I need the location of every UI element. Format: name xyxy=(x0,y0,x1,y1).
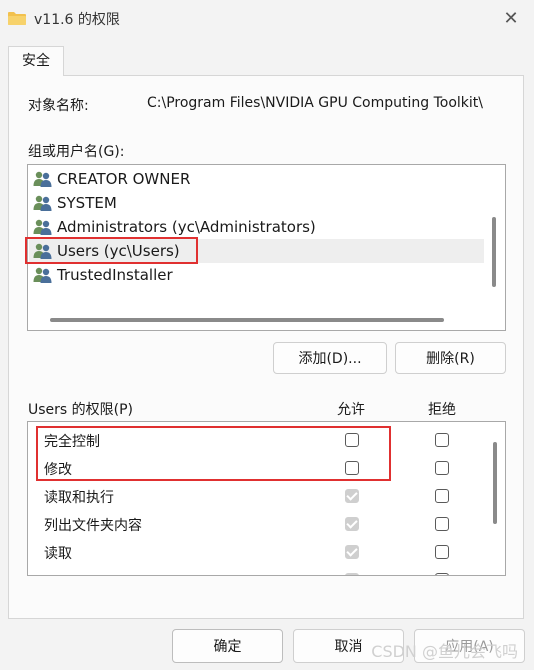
list-item[interactable]: SYSTEM xyxy=(29,191,484,215)
object-name-label: 对象名称: xyxy=(28,98,89,114)
highlight-box xyxy=(36,426,391,481)
allow-column-header: 允许 xyxy=(337,402,365,418)
permission-row: 读取和执行 xyxy=(28,482,488,510)
deny-checkbox[interactable] xyxy=(435,545,449,559)
object-name-value: C:\Program Files\NVIDIA GPU Computing To… xyxy=(147,95,483,111)
permission-row: 读取 xyxy=(28,538,488,566)
close-icon: ✕ xyxy=(503,7,519,29)
deny-checkbox[interactable] xyxy=(435,573,449,575)
tab-security[interactable]: 安全 xyxy=(8,46,64,76)
deny-checkbox[interactable] xyxy=(435,433,449,447)
deny-checkbox[interactable] xyxy=(435,517,449,531)
list-item[interactable]: Administrators (yc\Administrators) xyxy=(29,215,484,239)
permission-name: 读取和执行 xyxy=(44,490,114,506)
permission-name: 读取 xyxy=(44,546,72,562)
users-icon xyxy=(33,267,52,283)
list-item-label: SYSTEM xyxy=(57,194,117,212)
title-bar: v11.6 的权限 ✕ xyxy=(0,0,534,36)
window-title: v11.6 的权限 xyxy=(34,12,120,28)
permission-name: 列出文件夹内容 xyxy=(44,518,142,534)
deny-checkbox[interactable] xyxy=(435,461,449,475)
deny-checkbox[interactable] xyxy=(435,489,449,503)
folder-icon xyxy=(8,12,26,25)
list-item-label: Administrators (yc\Administrators) xyxy=(57,218,316,236)
users-icon xyxy=(33,171,52,187)
highlight-box xyxy=(25,237,198,264)
allow-checkbox-disabled xyxy=(345,573,359,575)
permissions-vertical-scrollbar[interactable] xyxy=(493,442,497,524)
allow-checkbox-disabled xyxy=(345,545,359,559)
list-item[interactable]: CREATOR OWNER xyxy=(29,167,484,191)
deny-column-header: 拒绝 xyxy=(428,402,456,418)
groups-horizontal-scrollbar[interactable] xyxy=(50,318,444,322)
list-item[interactable]: TrustedInstaller xyxy=(29,263,484,287)
allow-checkbox-disabled xyxy=(345,489,359,503)
ok-button[interactable]: 确定 xyxy=(172,629,283,663)
allow-checkbox-disabled xyxy=(345,517,359,531)
close-button[interactable]: ✕ xyxy=(488,0,534,36)
groups-vertical-scrollbar[interactable] xyxy=(492,217,496,287)
permissions-label: Users 的权限(P) xyxy=(28,402,134,418)
watermark: CSDN @鱼儿会飞吗 xyxy=(371,642,518,661)
groups-label: 组或用户名(G): xyxy=(28,144,125,160)
remove-button[interactable]: 删除(R) xyxy=(395,342,506,374)
permission-row: 列出文件夹内容 xyxy=(28,510,488,538)
add-button[interactable]: 添加(D)... xyxy=(273,342,387,374)
users-icon xyxy=(33,219,52,235)
list-item-label: CREATOR OWNER xyxy=(57,170,191,188)
users-icon xyxy=(33,195,52,211)
list-item-label: TrustedInstaller xyxy=(57,266,173,284)
